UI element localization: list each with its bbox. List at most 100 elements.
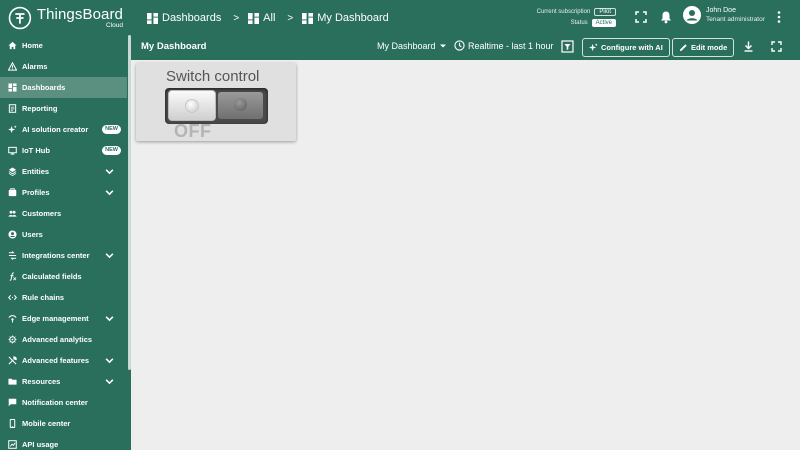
dashboard-icon: [8, 83, 17, 92]
dashboard-toolbar: My Dashboard My Dashboard Realtime - las…: [131, 35, 800, 60]
report-icon: [8, 104, 17, 113]
filter-icon[interactable]: [561, 40, 574, 53]
sidebar-item-users[interactable]: Users: [0, 224, 127, 245]
user-role: Tenant administrator: [706, 16, 765, 23]
hub-icon: [8, 146, 17, 155]
sidebar: Home Alarms Dashboards Reporting AI solu…: [0, 35, 127, 450]
sidebar-item-resources[interactable]: Resources: [0, 371, 127, 392]
switch-state-label: OFF: [174, 121, 212, 141]
chevron-down-icon: [105, 169, 114, 175]
avatar: [683, 6, 701, 24]
sidebar-item-iot-hub[interactable]: IoT Hub NEW: [0, 140, 127, 161]
dashboard-state-select[interactable]: My Dashboard: [377, 41, 447, 51]
pencil-icon: [679, 44, 687, 52]
tools-icon: [8, 356, 17, 365]
chevron-down-icon: [105, 358, 114, 364]
sidebar-item-calculated-fields[interactable]: Calculated fields: [0, 266, 127, 287]
sparkle-icon: [589, 43, 598, 52]
breadcrumb-label: Dashboards: [162, 12, 222, 24]
api-icon: [8, 440, 17, 449]
subscription-label: Current subscription: [536, 8, 591, 15]
code-icon: [8, 294, 17, 301]
sidebar-item-alarms[interactable]: Alarms: [0, 56, 127, 77]
sidebar-item-profiles[interactable]: Profiles: [0, 182, 127, 203]
switch-knob-dot: [185, 99, 199, 113]
breadcrumb-item-all[interactable]: All: [248, 12, 275, 24]
sidebar-item-ai-solution-creator[interactable]: AI solution creator NEW: [0, 119, 127, 140]
fullscreen-icon[interactable]: [770, 40, 783, 53]
alarm-icon: [8, 62, 17, 71]
sidebar-item-home[interactable]: Home: [0, 35, 127, 56]
home-icon: [8, 41, 17, 50]
status-badge: Active: [591, 18, 616, 27]
top-bar: ThingsBoard Cloud Dashboards > All > My …: [0, 0, 800, 35]
sidebar-item-reporting[interactable]: Reporting: [0, 98, 127, 119]
dashboard-icon: [147, 12, 158, 24]
sidebar-item-advanced-features[interactable]: Advanced features: [0, 350, 127, 371]
sidebar-item-customers[interactable]: Customers: [0, 203, 127, 224]
edge-icon: [8, 315, 17, 323]
breadcrumb-label: All: [263, 12, 276, 24]
user-icon: [8, 230, 17, 239]
status-label: Status: [570, 19, 588, 26]
sidebar-item-api-usage[interactable]: API usage: [0, 434, 127, 450]
breadcrumb-separator: >: [233, 12, 240, 24]
switch-track: [218, 92, 263, 119]
caret-down-icon: [439, 44, 446, 48]
app-logo[interactable]: ThingsBoard Cloud: [8, 6, 123, 30]
dashboard-icon: [302, 12, 314, 24]
bell-icon: [661, 11, 671, 24]
clock-icon: [454, 40, 465, 51]
app-edition: Cloud: [106, 22, 123, 29]
switch-control-widget: Switch control OFF: [136, 63, 296, 141]
integrations-icon: [8, 251, 17, 260]
sidebar-item-notification-center[interactable]: Notification center: [0, 392, 127, 413]
timewindow-selector[interactable]: Realtime - last 1 hour: [454, 40, 554, 51]
more-vertical-icon[interactable]: [775, 10, 783, 24]
chevron-down-icon: [105, 190, 114, 196]
chevron-down-icon: [105, 253, 114, 259]
dashboard-icon: [248, 12, 260, 24]
new-badge: NEW: [102, 125, 121, 134]
subscription-plan-chip[interactable]: Pilot: [594, 7, 616, 16]
breadcrumb: Dashboards > All > My Dashboard: [147, 10, 389, 26]
breadcrumb-item-my-dashboard: My Dashboard: [302, 12, 389, 24]
entities-icon: [8, 167, 17, 176]
sidebar-item-mobile-center[interactable]: Mobile center: [0, 413, 127, 434]
sidebar-scrollbar[interactable]: [128, 35, 131, 370]
chevron-down-icon: [105, 379, 114, 385]
sidebar-item-edge-management[interactable]: Edge management: [0, 308, 127, 329]
sidebar-item-rule-chains[interactable]: Rule chains: [0, 287, 127, 308]
edit-mode-button[interactable]: Edit mode: [672, 38, 735, 57]
breadcrumb-item-dashboards[interactable]: Dashboards: [147, 12, 221, 24]
customers-icon: [8, 210, 17, 217]
analytics-icon: [8, 335, 17, 344]
sidebar-item-advanced-analytics[interactable]: Advanced analytics: [0, 329, 127, 350]
switch-knob: [168, 90, 216, 121]
sidebar-item-integrations-center[interactable]: Integrations center: [0, 245, 127, 266]
notifications-button[interactable]: [659, 10, 673, 24]
function-icon: [9, 272, 17, 281]
new-badge: NEW: [102, 146, 121, 155]
switch-indicator-dot: [234, 98, 247, 111]
switch-toggle[interactable]: [165, 88, 268, 124]
sidebar-item-entities[interactable]: Entities: [0, 161, 127, 182]
sidebar-item-dashboards[interactable]: Dashboards: [0, 77, 127, 98]
user-name: John Doe: [706, 7, 736, 14]
mobile-icon: [9, 419, 16, 428]
user-menu[interactable]: John Doe Tenant administrator: [683, 6, 765, 24]
folder-icon: [8, 378, 17, 385]
thingsboard-logo-icon: [8, 6, 32, 30]
chevron-down-icon: [105, 316, 114, 322]
download-icon[interactable]: [742, 40, 755, 53]
fullscreen-icon: [635, 11, 647, 23]
notification-icon: [8, 398, 17, 407]
subscription-info: Current subscription Pilot Status Active: [520, 6, 616, 28]
dashboard-title: My Dashboard: [141, 41, 207, 52]
breadcrumb-separator: >: [287, 12, 294, 24]
widget-title: Switch control: [166, 68, 260, 85]
configure-with-ai-button[interactable]: Configure with AI: [582, 38, 670, 57]
sparkle-icon: [8, 125, 17, 134]
breadcrumb-label: My Dashboard: [317, 12, 389, 24]
fullscreen-button[interactable]: [634, 10, 648, 24]
